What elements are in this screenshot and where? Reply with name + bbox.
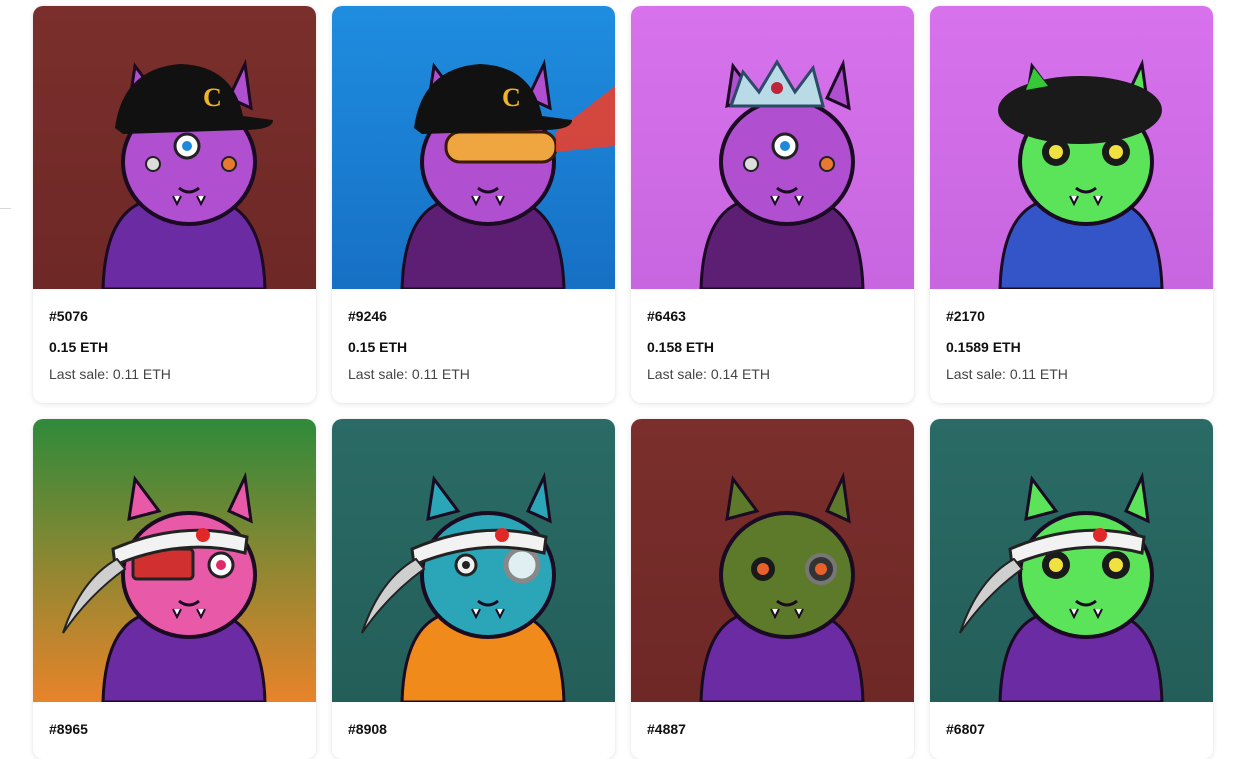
svg-text:C: C	[203, 83, 222, 112]
price: 0.15 ETH	[348, 339, 408, 355]
nft-image[interactable]	[631, 6, 914, 289]
cat-illustration	[631, 419, 914, 702]
cat-illustration	[930, 6, 1213, 289]
token-id[interactable]: #2170	[946, 307, 1197, 325]
left-edge-divider	[0, 208, 11, 209]
nft-card[interactable]: #2170 0.1589 ETH Last sale: 0.11 ETH	[930, 6, 1213, 403]
nft-grid: C #5076 0.15 ETH Last sale: 0.11 ETH C #…	[33, 6, 1213, 759]
nft-card[interactable]: #6463 0.158 ETH Last sale: 0.14 ETH	[631, 6, 914, 403]
last-sale: Last sale: 0.14 ETH	[647, 366, 770, 382]
nft-card[interactable]: C #5076 0.15 ETH Last sale: 0.11 ETH	[33, 6, 316, 403]
nft-card[interactable]: #8965	[33, 419, 316, 759]
card-info: #2170 0.1589 ETH Last sale: 0.11 ETH	[930, 289, 1213, 383]
price: 0.158 ETH	[647, 339, 714, 355]
nft-image[interactable]	[332, 419, 615, 702]
nft-card[interactable]: C #9246 0.15 ETH Last sale: 0.11 ETH	[332, 6, 615, 403]
token-id[interactable]: #8908	[348, 720, 599, 738]
card-info: #6463 0.158 ETH Last sale: 0.14 ETH	[631, 289, 914, 383]
card-info: #8965	[33, 702, 316, 738]
nft-image[interactable]	[930, 6, 1213, 289]
cat-illustration	[33, 419, 316, 702]
last-sale: Last sale: 0.11 ETH	[49, 366, 171, 382]
token-id[interactable]: #5076	[49, 307, 300, 325]
svg-text:C: C	[502, 83, 521, 112]
nft-image[interactable]: C	[332, 6, 615, 289]
price: 0.1589 ETH	[946, 339, 1021, 355]
card-info: #8908	[332, 702, 615, 738]
cat-illustration	[930, 419, 1213, 702]
nft-card[interactable]: #8908	[332, 419, 615, 759]
nft-image[interactable]: C	[33, 6, 316, 289]
nft-image[interactable]	[631, 419, 914, 702]
nft-image[interactable]	[930, 419, 1213, 702]
last-sale: Last sale: 0.11 ETH	[348, 366, 470, 382]
card-info: #5076 0.15 ETH Last sale: 0.11 ETH	[33, 289, 316, 383]
nft-image[interactable]	[33, 419, 316, 702]
token-id[interactable]: #4887	[647, 720, 898, 738]
nft-card[interactable]: #4887	[631, 419, 914, 759]
price: 0.15 ETH	[49, 339, 109, 355]
cat-illustration: C	[332, 6, 615, 289]
cat-illustration	[631, 6, 914, 289]
cat-illustration: C	[33, 6, 316, 289]
cat-illustration	[332, 419, 615, 702]
card-info: #6807	[930, 702, 1213, 738]
token-id[interactable]: #6463	[647, 307, 898, 325]
nft-card[interactable]: #6807	[930, 419, 1213, 759]
card-info: #9246 0.15 ETH Last sale: 0.11 ETH	[332, 289, 615, 383]
token-id[interactable]: #8965	[49, 720, 300, 738]
last-sale: Last sale: 0.11 ETH	[946, 366, 1068, 382]
card-info: #4887	[631, 702, 914, 738]
token-id[interactable]: #9246	[348, 307, 599, 325]
token-id[interactable]: #6807	[946, 720, 1197, 738]
